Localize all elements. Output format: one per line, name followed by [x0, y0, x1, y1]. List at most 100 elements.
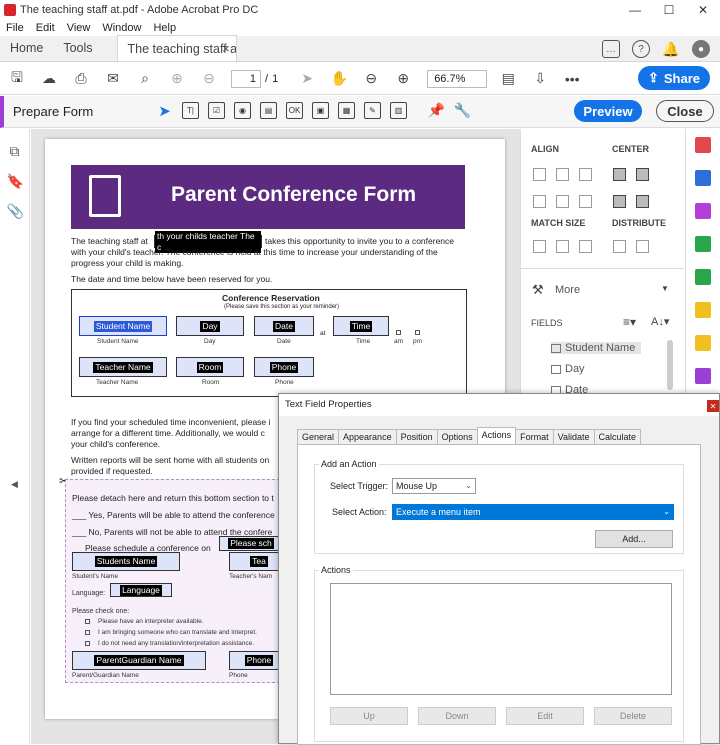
center-vertical-icon[interactable]: [636, 168, 649, 181]
help-icon[interactable]: ?: [632, 40, 650, 58]
select-pointer-icon[interactable]: ➤: [296, 68, 318, 90]
menu-file[interactable]: File: [0, 20, 30, 36]
tab-appearance[interactable]: Appearance: [338, 429, 397, 444]
date-field[interactable]: Date: [254, 316, 314, 336]
add-action-button[interactable]: Add...: [595, 530, 673, 548]
bell-icon[interactable]: 🔔: [662, 40, 680, 58]
select-trigger-dropdown[interactable]: Mouse Up ⌄: [392, 478, 476, 494]
bookmark-icon[interactable]: 🔖: [7, 173, 24, 189]
tab-general[interactable]: General: [297, 429, 340, 444]
checkbox-tool-icon[interactable]: ☑: [208, 102, 225, 119]
sign-icon[interactable]: [695, 368, 711, 384]
wrench-icon[interactable]: 🔧: [454, 102, 471, 119]
match-width-icon[interactable]: [533, 240, 546, 253]
maximize-button[interactable]: ☐: [652, 0, 686, 20]
language-field[interactable]: Language: [110, 583, 172, 597]
zoom-select[interactable]: 66.7%: [427, 69, 488, 88]
collapse-panel-icon[interactable]: ◀: [7, 479, 23, 495]
no-assistance-checkbox[interactable]: [85, 641, 90, 646]
align-right-icon[interactable]: [556, 168, 569, 181]
share-button[interactable]: ⇪ Share: [638, 66, 710, 90]
zoom-in-icon[interactable]: ⊕: [392, 68, 414, 90]
sort-icon[interactable]: ≡▾: [623, 315, 636, 329]
barcode-tool-icon[interactable]: ▥: [390, 102, 407, 119]
student-name-field[interactable]: Student Name: [79, 316, 167, 336]
more-menu[interactable]: More: [555, 284, 580, 296]
organize-pages-icon[interactable]: [695, 203, 711, 219]
pages-icon[interactable]: ⧉: [7, 143, 23, 159]
match-both-icon[interactable]: [579, 240, 592, 253]
day-field[interactable]: Day: [176, 316, 244, 336]
tab-calculate[interactable]: Calculate: [593, 429, 642, 444]
search-icon[interactable]: ⌕: [134, 68, 156, 90]
zoom-out-icon[interactable]: ⊖: [360, 68, 382, 90]
translator-checkbox[interactable]: [85, 630, 90, 635]
tab-format[interactable]: Format: [515, 429, 554, 444]
comment-tool-icon[interactable]: [695, 335, 711, 351]
export-pdf-icon[interactable]: [695, 269, 711, 285]
edit-button[interactable]: Edit: [506, 707, 584, 725]
scroll-mode-icon[interactable]: ⇩: [529, 68, 551, 90]
actions-tree[interactable]: [330, 583, 672, 695]
tab-tools[interactable]: Tools: [53, 35, 102, 61]
fill-sign-icon[interactable]: [695, 302, 711, 318]
more-dropdown-icon[interactable]: ▼: [661, 284, 669, 293]
preview-button[interactable]: Preview: [574, 100, 642, 122]
close-tab-icon[interactable]: ×: [222, 36, 229, 61]
print-icon[interactable]: ⎙: [70, 68, 92, 90]
page-up-icon[interactable]: ⊕: [166, 68, 188, 90]
match-height-icon[interactable]: [556, 240, 569, 253]
parent-name-field[interactable]: ParentGuardian Name: [72, 651, 206, 670]
select-object-icon[interactable]: ➤: [156, 102, 173, 120]
tab-position[interactable]: Position: [395, 429, 438, 444]
dialog-close-icon[interactable]: ✕: [707, 400, 719, 412]
edit-pdf-icon[interactable]: [695, 236, 711, 252]
tab-actions[interactable]: Actions: [476, 427, 517, 444]
tab-validate[interactable]: Validate: [552, 429, 595, 444]
image-tool-icon[interactable]: ▣: [312, 102, 329, 119]
menu-help[interactable]: Help: [147, 20, 182, 36]
tab-home[interactable]: Home: [0, 35, 53, 61]
distribute-vertical-icon[interactable]: [636, 240, 649, 253]
menu-edit[interactable]: Edit: [30, 20, 61, 36]
align-left-icon[interactable]: [533, 168, 546, 181]
select-action-dropdown[interactable]: Execute a menu item ⌄: [392, 504, 674, 520]
schedule-date-field[interactable]: Please sch: [219, 536, 283, 551]
teacher-name-field[interactable]: Teacher Name: [79, 357, 167, 377]
students-name-field[interactable]: Students Name: [72, 552, 180, 571]
fields-scrollbar[interactable]: [667, 340, 673, 390]
tab-options[interactable]: Options: [436, 429, 478, 444]
align-top-icon[interactable]: [579, 168, 592, 181]
text-field-icon[interactable]: T|: [182, 102, 199, 119]
delete-button[interactable]: Delete: [594, 707, 672, 725]
center-both-icon[interactable]: [613, 195, 626, 208]
avatar[interactable]: ●: [692, 40, 710, 58]
pm-checkbox[interactable]: [415, 330, 420, 335]
comment-icon[interactable]: …: [602, 40, 620, 58]
minimize-button[interactable]: —: [618, 0, 652, 20]
radio-tool-icon[interactable]: ◉: [234, 102, 251, 119]
close-window-button[interactable]: ✕: [686, 0, 720, 20]
center-page-icon[interactable]: [636, 195, 649, 208]
upload-cloud-icon[interactable]: ☁: [38, 68, 60, 90]
distribute-horizontal-icon[interactable]: [613, 240, 626, 253]
tab-document[interactable]: The teaching staff a... ×: [116, 35, 237, 61]
interpreter-checkbox[interactable]: [85, 619, 90, 624]
list-box-tool-icon[interactable]: ▤: [260, 102, 277, 119]
date-tool-icon[interactable]: ▦: [338, 102, 355, 119]
email-icon[interactable]: ✉: [102, 68, 124, 90]
menu-window[interactable]: Window: [96, 20, 147, 36]
align-bottom-icon[interactable]: [533, 195, 546, 208]
field-item-day[interactable]: Day: [551, 363, 585, 375]
page-down-icon[interactable]: ⊖: [198, 68, 220, 90]
page-number-input[interactable]: 1: [231, 69, 261, 88]
field-item-student-name[interactable]: Student Name: [551, 342, 642, 354]
save-icon[interactable]: 🖫: [6, 68, 28, 90]
page-layout-icon[interactable]: ▤: [497, 68, 519, 90]
signature-tool-icon[interactable]: ✎: [364, 102, 381, 119]
am-checkbox[interactable]: [396, 330, 401, 335]
button-tool-icon[interactable]: OK: [286, 102, 303, 119]
more-tools-icon[interactable]: •••: [561, 68, 583, 90]
room-field[interactable]: Room: [176, 357, 244, 377]
align-vcenter-icon[interactable]: [579, 195, 592, 208]
